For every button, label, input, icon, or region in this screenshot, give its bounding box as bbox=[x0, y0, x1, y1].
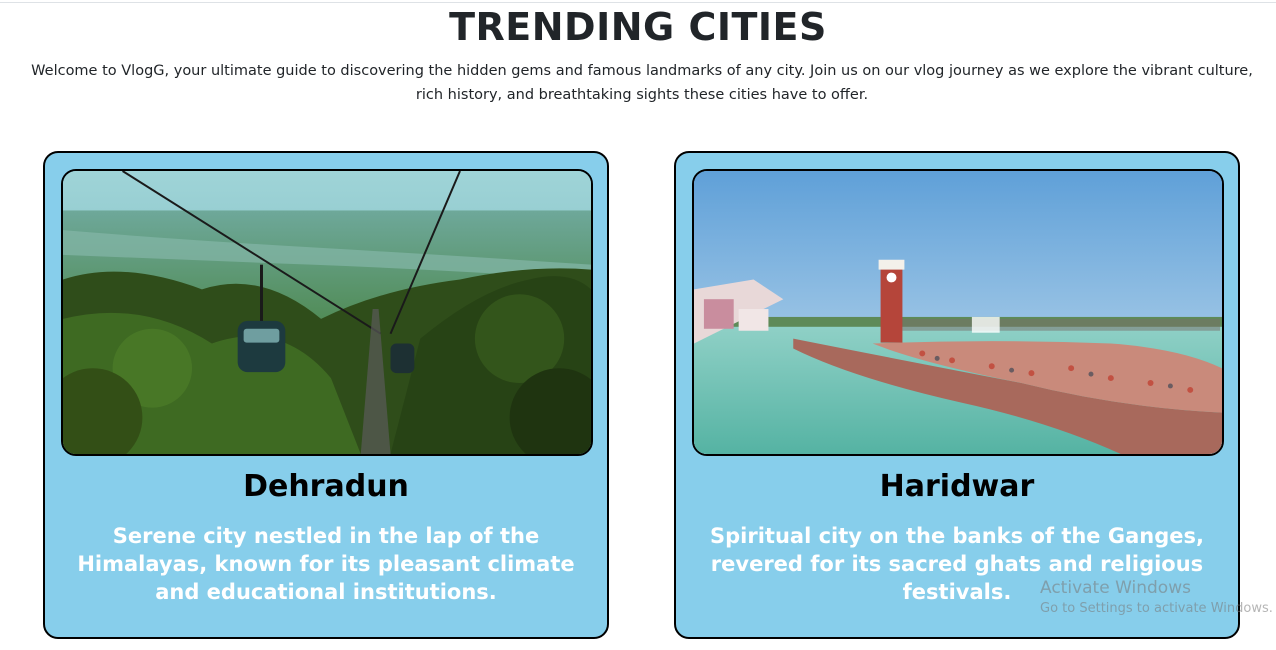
city-description: Serene city nestled in the lap of the Hi… bbox=[77, 524, 575, 604]
top-divider bbox=[0, 2, 1276, 3]
haridwar-ghats-photo bbox=[694, 171, 1222, 454]
city-image-dehradun bbox=[61, 169, 593, 456]
watermark-title: Activate Windows bbox=[1040, 578, 1191, 598]
page-title: TRENDING CITIES bbox=[449, 5, 827, 49]
intro-paragraph: Welcome to VlogG, your ultimate guide to… bbox=[31, 63, 1253, 103]
watermark-subtitle: Go to Settings to activate Windows. bbox=[1040, 601, 1273, 616]
city-name: Haridwar bbox=[879, 469, 1035, 504]
city-card-dehradun[interactable]: Dehradun Serene city nestled in the lap … bbox=[43, 151, 609, 639]
city-name: Dehradun bbox=[243, 469, 409, 504]
city-image-haridwar bbox=[692, 169, 1224, 456]
city-card-haridwar[interactable]: Haridwar Spiritual city on the banks of … bbox=[674, 151, 1240, 639]
dehradun-ropeway-photo bbox=[63, 171, 591, 454]
activate-windows-watermark: Activate Windows Go to Settings to activ… bbox=[1040, 577, 1276, 619]
